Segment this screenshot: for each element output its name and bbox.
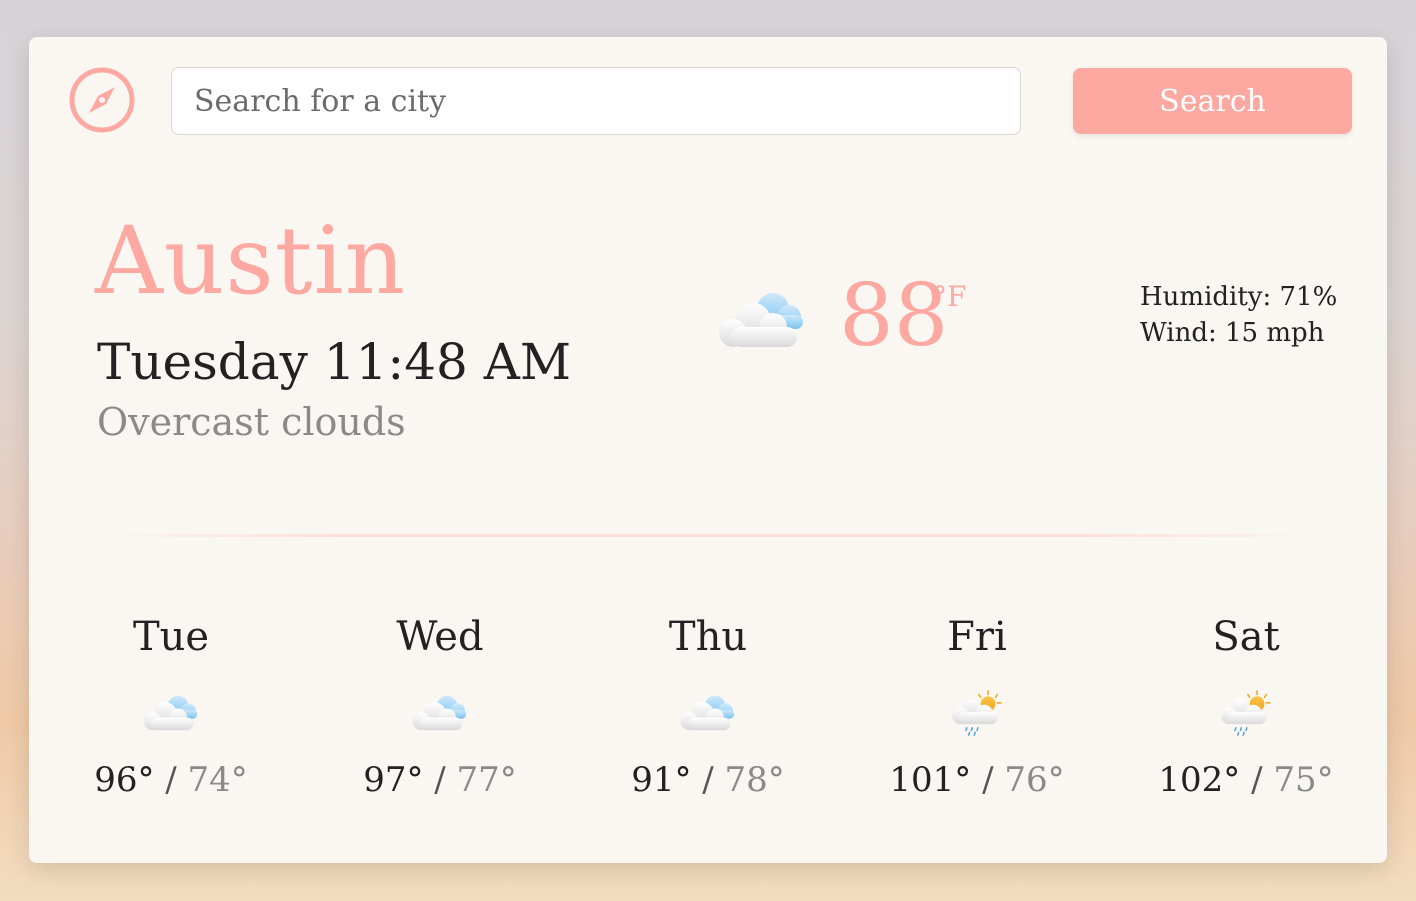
forecast-day-name: Sat	[1212, 614, 1280, 660]
forecast-high: 102°	[1158, 760, 1241, 800]
forecast-low: 77°	[456, 760, 517, 800]
current-datetime: Tuesday 11:48 AM	[97, 333, 572, 391]
search-button[interactable]: Search	[1073, 68, 1352, 134]
sun-rain-icon	[1216, 689, 1276, 737]
forecast-temps: 96° / 74°	[94, 760, 248, 800]
forecast-day: Thu 91° / 78°	[588, 617, 828, 797]
forecast-low: 74°	[187, 760, 248, 800]
forecast-temps: 91° / 78°	[631, 760, 785, 800]
weather-card: Search Austin Tuesday 11:48 AM Overcast …	[29, 37, 1387, 863]
forecast-day: Wed 97° / 77°	[320, 617, 560, 797]
cloudy-icon	[678, 689, 738, 737]
forecast-day-name: Tue	[132, 614, 210, 660]
temperature-unit: °F	[933, 280, 967, 313]
cloudy-icon	[719, 293, 803, 347]
forecast-temps: 101° / 76°	[889, 760, 1065, 800]
forecast-day-name: Wed	[396, 614, 484, 660]
compass-icon[interactable]	[68, 66, 136, 134]
weather-description: Overcast clouds	[97, 400, 406, 444]
cloudy-icon	[410, 689, 470, 737]
forecast-low: 76°	[1004, 760, 1065, 800]
forecast-high: 97°	[363, 760, 424, 800]
humidity: Humidity: 71%	[1140, 282, 1338, 312]
forecast-day: Tue 96° / 74°	[51, 617, 291, 797]
forecast-day: Fri 101° / 76°	[857, 617, 1097, 797]
divider	[95, 534, 1325, 537]
sun-rain-icon	[947, 689, 1007, 737]
forecast: Tue 96° / 74° Wed 97° / 77° Thu 91° / 78…	[29, 617, 1387, 817]
forecast-low: 75°	[1273, 760, 1334, 800]
forecast-day-name: Fri	[947, 614, 1007, 660]
forecast-high: 91°	[631, 760, 692, 800]
forecast-high: 101°	[889, 760, 972, 800]
forecast-day: Sat 102° / 75°	[1126, 617, 1366, 797]
forecast-temps: 102° / 75°	[1158, 760, 1334, 800]
forecast-high: 96°	[94, 760, 155, 800]
search-input[interactable]	[171, 67, 1021, 135]
forecast-temps: 97° / 77°	[363, 760, 517, 800]
weather-details: Humidity: 71% Wind: 15 mph	[1140, 279, 1337, 351]
cloudy-icon	[141, 689, 201, 737]
forecast-day-name: Thu	[668, 614, 748, 660]
city-name: Austin	[95, 207, 407, 316]
wind: Wind: 15 mph	[1140, 318, 1325, 348]
forecast-low: 78°	[724, 760, 785, 800]
